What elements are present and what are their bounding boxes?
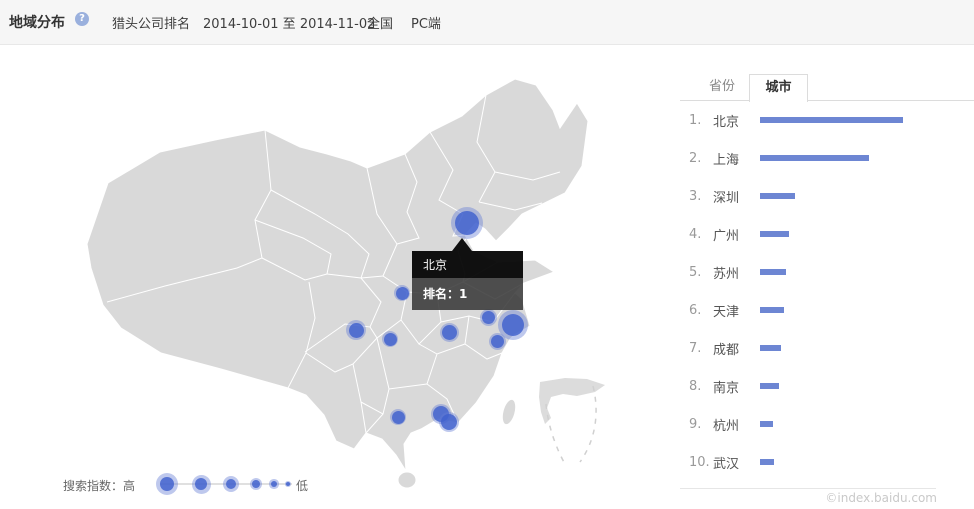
city-name: 上海 [713,149,760,168]
footer-divider [680,488,936,489]
legend-bubble [156,473,178,495]
city-name: 成都 [713,339,760,358]
header-bar: 地域分布 ? 猎头公司排名 2014-10-01 至 2014-11-02 全国… [0,0,974,45]
ranking-row: 7.成都 [680,329,940,367]
rank-number: 3. [689,189,713,204]
city-bubble-core [442,325,457,340]
rank-number: 5. [689,265,713,280]
legend-bubble-core [252,480,260,488]
city-bubble-core [482,311,495,324]
city-name: 武汉 [713,453,760,472]
rank-number: 2. [689,151,713,166]
ranking-row: 6.天津 [680,291,940,329]
ranking-row: 8.南京 [680,367,940,405]
city-bubble-core [392,411,405,424]
tooltip-city: 北京 [412,251,523,278]
city-bubble[interactable] [439,412,459,432]
legend-bubble-core [286,482,290,486]
taiwan-island [500,398,518,426]
city-name: 天津 [713,301,760,320]
city-bubble-core [441,414,457,430]
geo-distribution-widget: 地域分布 ? 猎头公司排名 2014-10-01 至 2014-11-02 全国… [0,0,974,509]
city-index-bar [760,345,781,351]
legend-low-label: 低 [296,477,308,494]
ranking-row: 10.武汉 [680,443,940,481]
city-bubble-core [396,287,409,300]
ranking-row: 1.北京 [680,101,940,139]
ranking-row: 2.上海 [680,139,940,177]
city-bubble-core [349,323,364,338]
legend-high-label: 搜索指数：高 [63,477,135,494]
city-bubble-core [455,211,479,235]
rank-number: 10. [689,455,713,470]
ranking-row: 9.杭州 [680,405,940,443]
city-name: 深圳 [713,187,760,206]
city-bubble[interactable] [390,409,406,425]
legend-bubble-core [226,479,236,489]
city-name: 南京 [713,377,760,396]
tooltip-rank-value: 1 [459,287,467,301]
keyword-label: 猎头公司排名 [112,13,190,32]
city-bubble-core [502,314,524,336]
rank-number: 8. [689,379,713,394]
page-title: 地域分布 [9,12,65,32]
hainan-island [398,472,416,488]
city-bubble[interactable] [346,320,366,340]
city-bubble[interactable] [440,323,459,342]
ranking-row: 3.深圳 [680,177,940,215]
city-bubble[interactable] [451,207,483,239]
legend-bubble [192,475,211,494]
panel-tabs: 省份 城市 [680,74,974,101]
tooltip-arrow-icon [452,238,472,251]
copyright-text: ©index.baidu.com [825,491,937,505]
tab-city[interactable]: 城市 [749,74,808,102]
rank-number: 9. [689,417,713,432]
ranking-row: 4.广州 [680,215,940,253]
city-bubble[interactable] [394,285,410,301]
china-map [65,52,675,497]
date-range-label: 2014-10-01 至 2014-11-02 [203,13,375,32]
tooltip-rank-prefix: 排名： [423,287,459,301]
city-bubble[interactable] [489,333,506,350]
rank-number: 7. [689,341,713,356]
city-ranking-list: 1.北京2.上海3.深圳4.广州5.苏州6.天津7.成都8.南京9.杭州10.武… [680,101,940,481]
legend-bubble-core [195,478,207,490]
city-bubble[interactable] [480,309,497,326]
city-index-bar [760,155,869,161]
city-name: 广州 [713,225,760,244]
help-icon[interactable]: ? [75,12,89,26]
legend-bubble-core [160,477,174,491]
tooltip-rank: 排名：1 [412,278,523,310]
rank-number: 4. [689,227,713,242]
ranking-row: 5.苏州 [680,253,940,291]
legend-bubble [285,481,291,487]
tab-province[interactable]: 省份 [695,74,749,101]
city-name: 北京 [713,111,760,130]
rank-number: 6. [689,303,713,318]
legend-bubble [269,479,278,488]
map-tooltip: 北京 排名：1 [412,251,523,310]
city-bubble[interactable] [382,331,398,347]
city-index-bar [760,193,795,199]
region-label: 全国 [367,13,393,32]
city-index-bar [760,421,773,427]
city-bubble-core [384,333,397,346]
legend-bubble [223,476,239,492]
city-index-bar [760,459,774,465]
city-index-bar [760,117,903,123]
city-name: 苏州 [713,263,760,282]
rank-number: 1. [689,113,713,128]
nine-dash-line [546,386,596,464]
city-bubble-core [491,335,504,348]
city-index-bar [760,307,784,313]
city-index-bar [760,269,786,275]
city-index-bar [760,231,789,237]
platform-label: PC端 [411,13,441,32]
city-index-bar [760,383,779,389]
city-name: 杭州 [713,415,760,434]
legend-bubble-core [271,481,277,487]
